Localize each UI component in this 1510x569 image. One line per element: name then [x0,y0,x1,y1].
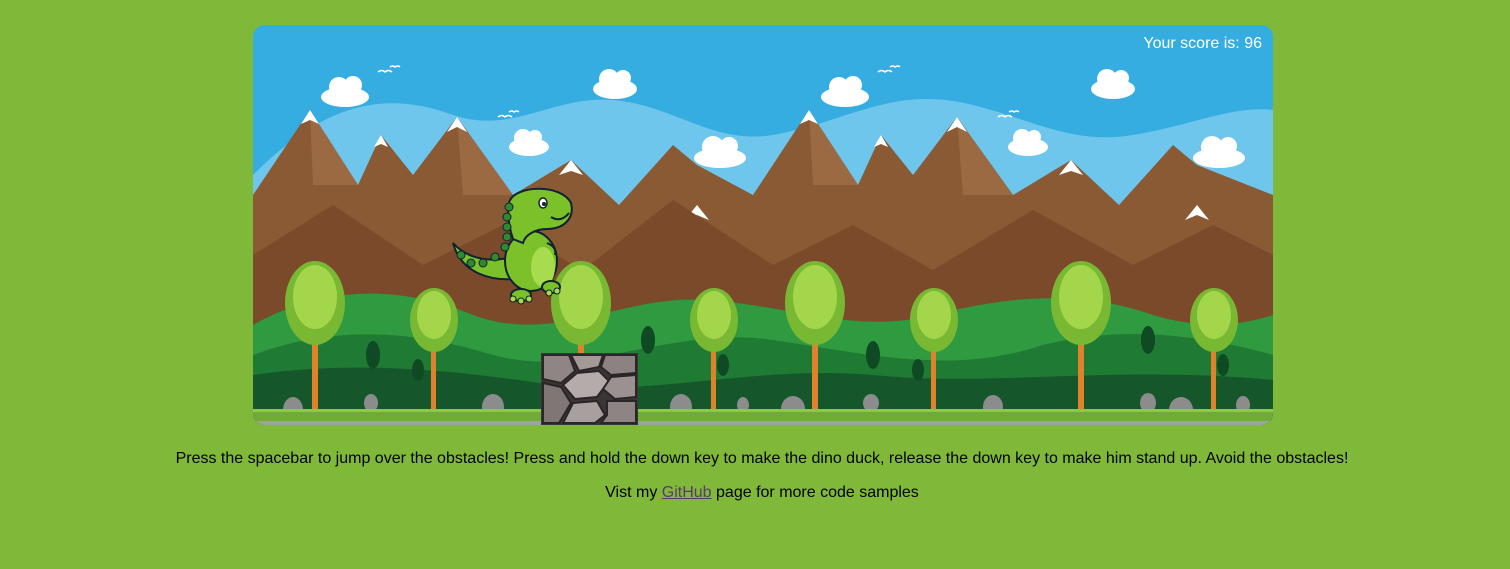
github-prefix: Vist my [605,484,658,501]
score-value: 96 [1244,35,1262,52]
github-link[interactable]: GitHub [662,484,712,501]
score-label: Your score is: [1143,35,1240,52]
github-line: Vist my GitHub page for more code sample… [0,484,1510,502]
game-canvas[interactable]: Your score is: 96 [253,25,1273,425]
rock-obstacle-icon [541,353,638,425]
game-background [253,25,1273,425]
score-display: Your score is: 96 [1143,35,1262,53]
dino-icon [452,187,573,305]
instructions-text: Press the spacebar to jump over the obst… [175,450,1349,467]
github-suffix: page for more code samples [716,484,919,501]
